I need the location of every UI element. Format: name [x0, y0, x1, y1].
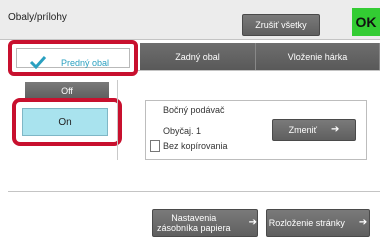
off-label: Off: [61, 86, 73, 96]
divider: [117, 80, 118, 160]
tab-front-cover-label: Predný obal: [61, 58, 110, 68]
on-label: On: [58, 116, 72, 128]
arrow-right-icon: ➔: [248, 217, 257, 229]
tab-back-cover-label: Zadný obal: [175, 51, 220, 62]
clear-all-button[interactable]: Zrušiť všetky: [242, 14, 320, 36]
change-button[interactable]: Zmeniť ➔: [272, 119, 356, 141]
feeder-label: Bočný podávač: [163, 105, 225, 115]
arrow-right-icon: ➔: [331, 124, 340, 136]
tray-settings-button[interactable]: Nastavenia zásobníka papiera ➔: [152, 209, 258, 237]
arrow-right-icon: ➔: [358, 217, 368, 229]
tab-insert-sheet[interactable]: Vloženie hárka: [256, 43, 380, 70]
on-button[interactable]: On: [22, 108, 108, 136]
tray-settings-label: Nastavenia zásobníka papiera: [157, 212, 231, 233]
change-label: Zmeniť: [288, 124, 317, 135]
copy-mode-value: Bez kopírovania: [163, 141, 228, 151]
ok-label: OK: [355, 14, 377, 30]
page-title: Obaly/prílohy: [8, 12, 67, 23]
cover-insert-screen: Obaly/prílohy Zrušiť všetky OK Zadný oba…: [0, 0, 380, 240]
check-icon: [29, 55, 47, 69]
page-layout-label: Rozloženie stránky: [268, 217, 345, 228]
header-bar: Obaly/prílohy: [0, 0, 380, 40]
tab-insert-sheet-label: Vloženie hárka: [287, 51, 348, 62]
document-icon: [150, 140, 160, 152]
paper-type-value: Obyčaj. 1: [163, 126, 202, 136]
tab-front-cover-inner: Predný obal: [16, 48, 130, 69]
tab-back-cover[interactable]: Zadný obal: [140, 43, 256, 70]
tab-front-cover[interactable]: Predný obal: [8, 40, 138, 76]
ok-button[interactable]: OK: [352, 8, 380, 36]
clear-all-label: Zrušiť všetky: [255, 19, 307, 30]
page-layout-button[interactable]: Rozloženie stránky ➔: [266, 209, 370, 237]
